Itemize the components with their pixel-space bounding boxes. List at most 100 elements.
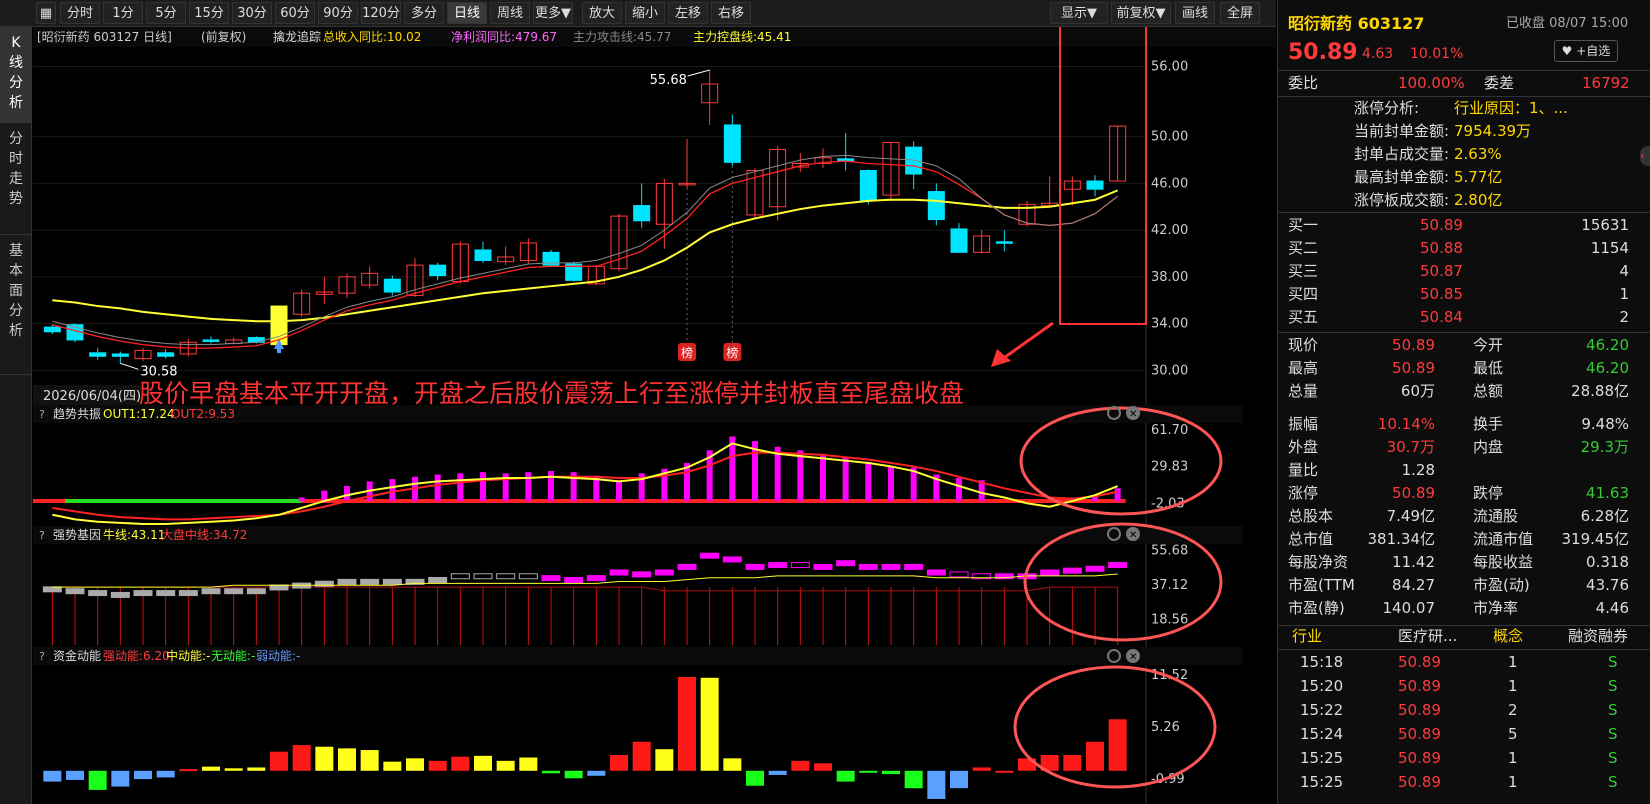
stat-row: 总量 60万 总额 28.88亿 <box>1278 380 1650 403</box>
sub2-bar <box>949 571 969 578</box>
candle-body[interactable] <box>157 352 175 357</box>
sub3-bar <box>927 770 946 800</box>
right-tool-1[interactable]: 前复权▼ <box>1111 2 1171 24</box>
candle-body[interactable] <box>383 278 401 293</box>
bid-row[interactable]: 买五 50.84 2 <box>1278 306 1650 329</box>
sub3-bar <box>791 760 810 771</box>
bid-row[interactable]: 买四 50.85 1 <box>1278 283 1650 306</box>
period-11[interactable]: 更多▼ <box>533 2 573 24</box>
zt-label: 封单占成交量: <box>1354 145 1450 163</box>
stock-name: 昭衍新药 603127 <box>1288 14 1425 33</box>
sub2-bar <box>156 590 176 597</box>
close-icon[interactable]: ✕ <box>1126 527 1140 541</box>
sub1-bar <box>480 472 486 501</box>
webi-label: 委比 <box>1288 74 1319 92</box>
candle-body[interactable] <box>43 326 61 333</box>
stat-label: 市盈(静) <box>1288 599 1345 617</box>
bang-text: 榜 <box>726 345 738 360</box>
indicator-name: 擒龙追踪 <box>273 29 321 44</box>
cursor-date: 2026/06/04(四) <box>43 389 141 404</box>
sub1-bar <box>956 477 962 501</box>
help-icon[interactable]: ? <box>39 650 45 663</box>
period-6[interactable]: 90分 <box>318 2 358 24</box>
margin-label[interactable]: 融资融券 <box>1568 625 1628 648</box>
concept-label[interactable]: 概念 <box>1493 625 1523 648</box>
left-tab-2[interactable]: 基本面分析 <box>0 235 32 375</box>
grid-icon[interactable]: ▦ <box>36 2 56 24</box>
help-icon[interactable]: ? <box>39 408 45 421</box>
left-tab-1[interactable]: 分时走势 <box>0 123 32 235</box>
sub2-bar <box>428 576 448 583</box>
candle-body[interactable] <box>474 249 492 261</box>
candle-body[interactable] <box>995 241 1013 244</box>
right-tool-3[interactable]: 全屏 <box>1220 2 1260 24</box>
tool-3[interactable]: 右移 <box>711 2 751 24</box>
period-10[interactable]: 周线 <box>490 2 530 24</box>
bid-volume: 2 <box>1619 308 1629 326</box>
sub3-bar <box>134 770 152 780</box>
period-1[interactable]: 1分 <box>103 2 143 24</box>
stat-label: 量比 <box>1288 461 1319 479</box>
candle-body[interactable] <box>111 353 129 357</box>
period-3[interactable]: 15分 <box>189 2 229 24</box>
tick-row: 15:18 50.89 1 S <box>1278 651 1650 674</box>
period-5[interactable]: 60分 <box>275 2 315 24</box>
sub3-bar <box>224 768 243 771</box>
sub3-bar <box>66 770 84 780</box>
stat-row: 市盈(静) 140.07 市净率 4.46 <box>1278 597 1650 620</box>
industry-label[interactable]: 行业 <box>1292 625 1322 648</box>
close-icon[interactable]: ✕ <box>1126 649 1140 663</box>
left-tab-char: 分 <box>9 303 23 319</box>
period-9[interactable]: 日线 <box>447 2 487 24</box>
help-icon[interactable]: ? <box>39 529 45 542</box>
candle-body[interactable] <box>1086 180 1104 190</box>
period-7[interactable]: 120分 <box>361 2 401 24</box>
candle-body[interactable] <box>723 124 741 163</box>
left-tab-char: 势 <box>9 191 23 207</box>
bid-row[interactable]: 买一 50.89 15631 <box>1278 214 1650 237</box>
period-8[interactable]: 多分钟 <box>404 2 444 43</box>
add-favorite-button[interactable]: ♥ +自选 <box>1554 40 1618 62</box>
sub3-bar <box>156 770 175 778</box>
stat-row: 涨停 50.89 跌停 41.63 <box>1278 482 1650 505</box>
tool-1[interactable]: 缩小 <box>625 2 665 24</box>
zt-value: 7954.39万 <box>1454 122 1532 140</box>
close-icon[interactable]: ✕ <box>1126 406 1140 420</box>
candle-body[interactable] <box>859 170 877 202</box>
left-tab-0[interactable]: K线分析 <box>0 27 32 123</box>
bid-row[interactable]: 买二 50.88 1154 <box>1278 237 1650 260</box>
candle-body[interactable] <box>950 228 968 253</box>
quote-panel: 昭衍新药 603127 已收盘 08/07 15:00 50.89 4.63 1… <box>1277 0 1650 804</box>
sub1-bar <box>1114 488 1121 501</box>
period-4[interactable]: 30分 <box>232 2 272 24</box>
sub2-bar <box>541 575 561 582</box>
candle-body[interactable] <box>247 337 265 343</box>
candle-body[interactable] <box>429 264 447 277</box>
sub1-bar <box>457 473 464 501</box>
limit-up-row: 当前封单金额: 7954.39万 <box>1278 120 1650 143</box>
limit-up-row: 最高封单金额: 5.77亿 <box>1278 166 1650 189</box>
candle-body[interactable] <box>633 205 651 222</box>
industry-value[interactable]: 医疗研... <box>1398 625 1457 648</box>
candle-body[interactable] <box>89 352 107 357</box>
stat-row: 振幅 10.14% 换手 9.48% <box>1278 413 1650 436</box>
tool-0[interactable]: 放大 <box>582 2 622 24</box>
zt-value[interactable]: 行业原因：1、... <box>1454 97 1568 120</box>
candle-body[interactable] <box>927 191 945 221</box>
stat-value: 43.76 <box>1586 576 1629 594</box>
sub2-bar <box>926 569 946 576</box>
highlight-box <box>1059 21 1147 325</box>
sub3-bar <box>950 770 968 789</box>
right-tool-0[interactable]: 显示▼ <box>1050 2 1108 24</box>
candle-body[interactable] <box>905 146 923 175</box>
ind-attack: 主力攻击线:45.77 <box>573 30 671 44</box>
chart-svg[interactable]: [昭衍新药 603127 日线] (前复权) 擒龙追踪 总收入同比:10.02 … <box>33 21 1276 804</box>
sub3-bar <box>859 770 878 773</box>
period-2[interactable]: 5分 <box>146 2 186 24</box>
candle-body[interactable] <box>202 339 220 342</box>
candle-body[interactable] <box>270 305 288 346</box>
right-tool-2[interactable]: 画线 <box>1175 2 1215 24</box>
period-0[interactable]: 分时 <box>60 2 100 24</box>
bid-row[interactable]: 买三 50.87 4 <box>1278 260 1650 283</box>
tool-2[interactable]: 左移 <box>668 2 708 24</box>
